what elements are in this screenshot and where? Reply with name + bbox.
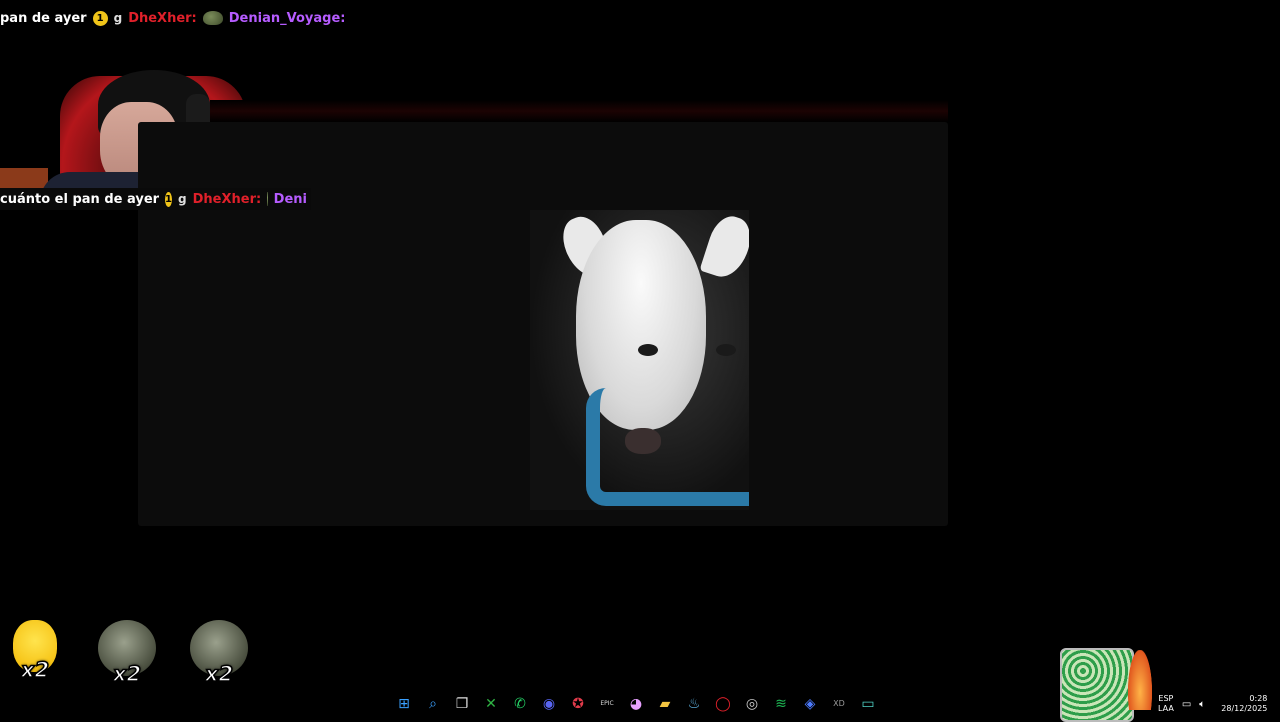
reward-count: x2 (4, 658, 66, 682)
taskbar: ⊞ ⌕ ❐ ✕ ✆ ◉ ✪ EPIC ◕ ▰ ♨ ◯ ◎ ≋ ◈ XD ▭ ESP LAA ▭ 🔈︎ 0:28 … (0, 688, 1280, 720)
discord-icon-glyph: ◉ (543, 697, 555, 711)
windows-start-icon-glyph: ⊞ (398, 697, 410, 711)
streaming-app-icon-glyph: ✪ (572, 697, 584, 711)
terminal-icon-glyph: ▭ (861, 697, 874, 711)
language-indicator[interactable]: ESP LAA (1158, 694, 1174, 714)
xdpen-icon-glyph: XD (833, 700, 845, 708)
obs-icon-glyph: ◎ (746, 697, 758, 711)
search-icon[interactable]: ⌕ (423, 694, 443, 714)
whatsapp-icon-glyph: ✆ (514, 697, 526, 711)
file-explorer-icon[interactable]: ▰ (655, 694, 675, 714)
chat-username: DheXher: (128, 11, 197, 26)
dog-video-frame (530, 210, 749, 510)
dog-eye-left (638, 344, 658, 356)
streaming-app-icon[interactable]: ✪ (568, 694, 588, 714)
system-tray: ESP LAA ▭ 🔈︎ 0:28 28/12/2025 (1158, 688, 1267, 720)
background-shelf (0, 168, 48, 190)
obs-icon[interactable]: ◎ (742, 694, 762, 714)
chat-message-top: pan de ayer 1 g DheXher: Denian_Voyage: (0, 8, 345, 28)
keyboard-layout: LAA (1158, 704, 1174, 714)
xdpen-icon[interactable]: XD (829, 694, 849, 714)
windows-start-icon[interactable]: ⊞ (394, 694, 414, 714)
network-icon[interactable]: ▭ (1182, 699, 1191, 710)
xbox-icon[interactable]: ✕ (481, 694, 501, 714)
spotify-icon[interactable]: ≋ (771, 694, 791, 714)
badge-g-icon: g (114, 11, 123, 25)
terminal-icon[interactable]: ▭ (858, 694, 878, 714)
chat-username: Deni (274, 192, 307, 207)
steam-icon-glyph: ♨ (688, 697, 701, 711)
reward-emote: x2 (188, 620, 250, 694)
browser-icon[interactable]: ◕ (626, 694, 646, 714)
app-diamond-icon-glyph: ◈ (805, 697, 816, 711)
dog-sweater (586, 388, 749, 506)
language-code: ESP (1158, 694, 1174, 704)
whatsapp-icon[interactable]: ✆ (510, 694, 530, 714)
spotify-icon-glyph: ≋ (775, 697, 787, 711)
reward-count: x2 (96, 662, 158, 686)
task-view-icon[interactable]: ❐ (452, 694, 472, 714)
panel-header-strip (210, 100, 948, 122)
app-diamond-icon[interactable]: ◈ (800, 694, 820, 714)
clock-time: 0:28 (1221, 694, 1267, 704)
turtle-emote-icon (203, 11, 223, 25)
epic-games-icon-glyph: EPIC (600, 701, 613, 707)
badge-icon: 1 (93, 11, 108, 26)
clock[interactable]: 0:28 28/12/2025 (1221, 694, 1267, 714)
opera-icon-glyph: ◯ (715, 697, 731, 711)
browser-icon-glyph: ◕ (630, 697, 642, 711)
epic-games-icon[interactable]: EPIC (597, 694, 617, 714)
discord-icon[interactable]: ◉ (539, 694, 559, 714)
search-icon-glyph: ⌕ (429, 697, 437, 711)
chat-message-text: pan de ayer (0, 11, 87, 26)
chat-message-mid: cuánto el pan de ayer 1 g DheXher: Deni (0, 188, 311, 210)
steam-icon[interactable]: ♨ (684, 694, 704, 714)
dog-eye-right (716, 344, 736, 356)
dog-ear-right (699, 211, 749, 282)
badge-g-icon: g (178, 192, 187, 206)
badge-icon: 1 (165, 192, 172, 207)
chat-username: Denian_Voyage: (229, 11, 346, 26)
file-explorer-icon-glyph: ▰ (660, 697, 671, 711)
xbox-icon-glyph: ✕ (485, 697, 497, 711)
task-view-icon-glyph: ❐ (456, 697, 469, 711)
reward-count: x2 (188, 662, 250, 686)
dog-nose (625, 428, 661, 454)
opera-icon[interactable]: ◯ (713, 694, 733, 714)
taskbar-icons: ⊞ ⌕ ❐ ✕ ✆ ◉ ✪ EPIC ◕ ▰ ♨ ◯ ◎ ≋ ◈ XD ▭ (394, 688, 878, 720)
reward-emote: x2 (4, 620, 66, 694)
volume-icon[interactable]: 🔈︎ (1199, 699, 1205, 710)
clock-date: 28/12/2025 (1221, 704, 1267, 714)
chat-username: DheXher: (193, 192, 262, 207)
reward-emote: x2 (96, 620, 158, 694)
chat-message-text: cuánto el pan de ayer (0, 192, 159, 207)
